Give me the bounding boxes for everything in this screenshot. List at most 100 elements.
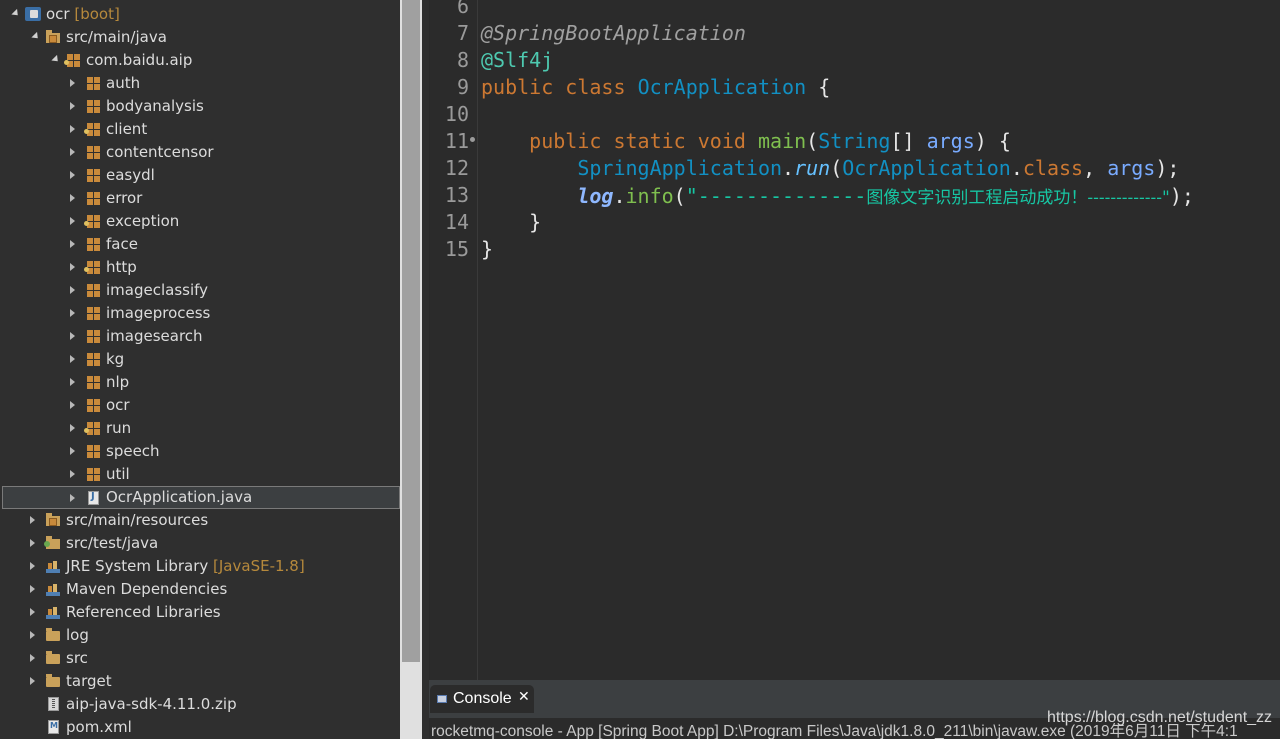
tree-node-root-package[interactable]: com.baidu.aip <box>0 49 400 72</box>
tree-node-label: error <box>106 189 143 207</box>
tree-node-label: src/test/java <box>66 534 159 552</box>
tree-node-package[interactable]: http <box>0 256 400 279</box>
collapse-arrow-icon[interactable] <box>30 631 35 639</box>
collapse-arrow-icon[interactable] <box>70 355 75 363</box>
tree-node-source-folder[interactable]: src/main/java <box>0 26 400 49</box>
project-icon <box>25 7 41 21</box>
expand-arrow-icon[interactable] <box>31 31 41 42</box>
tree-node-package[interactable]: error <box>0 187 400 210</box>
collapse-arrow-icon[interactable] <box>70 286 75 294</box>
code-editor[interactable]: 6 7 8 9 10 11 12 13 14 15 @SpringBootApp… <box>429 0 1280 680</box>
tree-node-package[interactable]: face <box>0 233 400 256</box>
collapse-arrow-icon[interactable] <box>70 125 75 133</box>
tree-node-file[interactable]: aip-java-sdk-4.11.0.zip <box>0 693 400 716</box>
project-explorer: ocr [boot] src/main/java com.baidu.aip a… <box>0 0 400 739</box>
tree-node-project[interactable]: ocr [boot] <box>0 3 400 26</box>
tree-node-label: client <box>106 120 148 138</box>
tree-node-package[interactable]: run <box>0 417 400 440</box>
tree-node-package[interactable]: imageclassify <box>0 279 400 302</box>
tree-node-package[interactable]: auth <box>0 72 400 95</box>
code-line: } <box>529 210 542 234</box>
collapse-arrow-icon[interactable] <box>70 378 75 386</box>
collapse-arrow-icon[interactable] <box>30 608 35 616</box>
explorer-scrollbar[interactable] <box>400 0 422 739</box>
collapse-arrow-icon[interactable] <box>30 654 35 662</box>
collapse-arrow-icon[interactable] <box>70 240 75 248</box>
collapse-arrow-icon[interactable] <box>70 470 75 478</box>
tree-node-label: Referenced Libraries <box>66 603 221 621</box>
tree-node-label: contentcensor <box>106 143 214 161</box>
line-number: 12 <box>444 156 469 180</box>
line-number: 11 <box>444 129 469 153</box>
tree-node-folder[interactable]: log <box>0 624 400 647</box>
collapse-arrow-icon[interactable] <box>70 332 75 340</box>
collapse-arrow-icon[interactable] <box>70 424 75 432</box>
tree-node-package[interactable]: kg <box>0 348 400 371</box>
tree-node-file[interactable]: pom.xml <box>0 716 400 739</box>
tree-node-package[interactable]: contentcensor <box>0 141 400 164</box>
package-icon <box>87 100 101 113</box>
collapse-arrow-icon[interactable] <box>70 217 75 225</box>
line-number-gutter: 6 7 8 9 10 11 12 13 14 15 <box>429 0 478 680</box>
collapse-arrow-icon[interactable] <box>70 263 75 271</box>
tree-node-selected-file[interactable]: OcrApplication.java <box>2 486 400 509</box>
expand-arrow-icon[interactable] <box>51 54 61 65</box>
tree-node-jre[interactable]: JRE System Library [JavaSE-1.8] <box>0 555 400 578</box>
collapse-arrow-icon[interactable] <box>30 562 35 570</box>
tree-node-resources[interactable]: src/main/resources <box>0 509 400 532</box>
tree-node-label: pom.xml <box>66 718 132 736</box>
tab-console[interactable]: Console ✕ <box>430 685 534 713</box>
collapse-arrow-icon[interactable] <box>30 516 35 524</box>
collapse-arrow-icon[interactable] <box>70 79 75 87</box>
xml-file-icon <box>48 720 59 734</box>
tree-node-label: speech <box>106 442 160 460</box>
package-icon <box>84 215 101 228</box>
collapse-arrow-icon[interactable] <box>70 447 75 455</box>
collapse-arrow-icon[interactable] <box>70 309 75 317</box>
collapse-arrow-icon[interactable] <box>70 171 75 179</box>
tree-node-package[interactable]: client <box>0 118 400 141</box>
code-line: public static void main(String[] args) { <box>529 129 1011 153</box>
library-icon <box>46 583 60 596</box>
tree-node-label: nlp <box>106 373 130 391</box>
tree-node-maven[interactable]: Maven Dependencies <box>0 578 400 601</box>
collapse-arrow-icon[interactable] <box>70 494 75 502</box>
package-icon <box>87 284 101 297</box>
collapse-arrow-icon[interactable] <box>70 148 75 156</box>
tree-node-package[interactable]: easydl <box>0 164 400 187</box>
tree-node-test[interactable]: src/test/java <box>0 532 400 555</box>
tree-node-package[interactable]: ocr <box>0 394 400 417</box>
library-icon <box>46 606 60 619</box>
tab-label: Console <box>453 690 512 707</box>
tree-node-label: imagesearch <box>106 327 203 345</box>
line-number: 10 <box>444 102 469 126</box>
test-folder-icon <box>44 536 60 549</box>
tree-node-package[interactable]: bodyanalysis <box>0 95 400 118</box>
expand-arrow-icon[interactable] <box>11 8 21 19</box>
close-icon[interactable]: ✕ <box>518 689 530 705</box>
tree-node-package[interactable]: imageprocess <box>0 302 400 325</box>
tree-node-referenced[interactable]: Referenced Libraries <box>0 601 400 624</box>
collapse-arrow-icon[interactable] <box>30 585 35 593</box>
override-marker-icon[interactable] <box>470 137 475 142</box>
collapse-arrow-icon[interactable] <box>30 677 35 685</box>
tree-node-package[interactable]: imagesearch <box>0 325 400 348</box>
tree-node-package[interactable]: exception <box>0 210 400 233</box>
zip-file-icon <box>48 697 59 711</box>
tree-node-label: kg <box>106 350 125 368</box>
scrollbar-thumb[interactable] <box>402 0 420 662</box>
package-icon <box>87 146 101 159</box>
tree-node-label: imageprocess <box>106 304 211 322</box>
collapse-arrow-icon[interactable] <box>70 194 75 202</box>
tree-node-package[interactable]: speech <box>0 440 400 463</box>
tree-node-folder[interactable]: src <box>0 647 400 670</box>
code-line: @Slf4j <box>481 48 554 72</box>
tree-node-package[interactable]: nlp <box>0 371 400 394</box>
collapse-arrow-icon[interactable] <box>70 401 75 409</box>
tree-node-label: src/main/java <box>66 28 167 46</box>
collapse-arrow-icon[interactable] <box>70 102 75 110</box>
tree-node-label: easydl <box>106 166 155 184</box>
tree-node-package[interactable]: util <box>0 463 400 486</box>
collapse-arrow-icon[interactable] <box>30 539 35 547</box>
tree-node-folder[interactable]: target <box>0 670 400 693</box>
